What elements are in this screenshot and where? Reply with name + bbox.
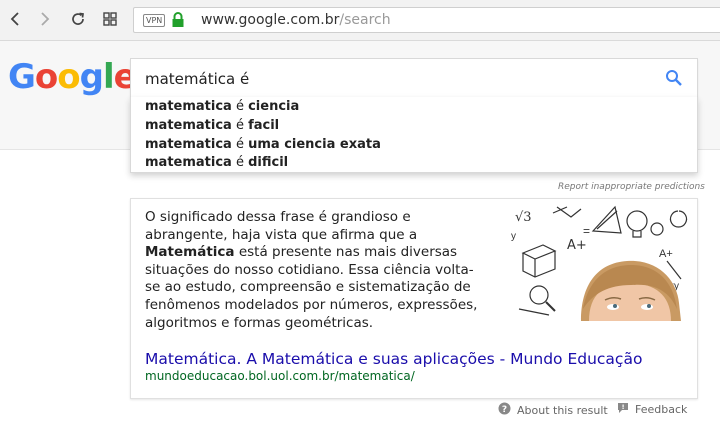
suggestion-mid: é — [231, 99, 249, 114]
reload-icon[interactable] — [67, 8, 89, 30]
google-logo[interactable]: Google — [8, 57, 137, 97]
suggestion-mid: é — [231, 155, 249, 170]
svg-text:A+: A+ — [567, 238, 587, 253]
back-icon[interactable] — [4, 8, 26, 30]
url-text[interactable]: www.google.com.br/search — [201, 12, 391, 28]
svg-text:y: y — [511, 231, 516, 242]
suggestion-mid: é — [231, 137, 249, 152]
logo-letter: g — [79, 57, 104, 97]
logo-letter: G — [8, 57, 36, 97]
suggestion-item[interactable]: matematica é ciencia — [145, 99, 299, 117]
suggestion-prefix: matematica — [145, 118, 232, 133]
snippet-text-before: O significado dessa frase é grandioso e … — [145, 209, 418, 243]
browser-toolbar: VPN www.google.com.br/search — [0, 0, 720, 41]
search-icon[interactable] — [665, 69, 683, 87]
logo-letter: l — [102, 57, 115, 97]
snippet-bold-term: Matemática — [145, 244, 235, 261]
forward-icon[interactable] — [34, 8, 56, 30]
report-predictions-link[interactable]: Report inappropriate predictions — [558, 182, 705, 192]
svg-text:A+: A+ — [659, 248, 673, 260]
suggestion-suffix: dificil — [248, 155, 289, 170]
featured-snippet-card: O significado dessa frase é grandioso e … — [130, 198, 698, 399]
suggestion-item[interactable]: matematica é dificil — [145, 155, 288, 173]
suggestion-suffix: uma ciencia exata — [248, 137, 381, 152]
speed-dial-icon[interactable] — [99, 8, 121, 30]
feedback-icon — [617, 402, 629, 417]
suggestion-item[interactable]: matematica é uma ciencia exata — [145, 137, 381, 155]
url-host: www.google.com.br — [201, 12, 340, 28]
about-result-link[interactable]: ? About this result — [498, 402, 608, 418]
snippet-image[interactable]: √3 A+ = A+ xy y — [509, 199, 691, 321]
svg-text:=: = — [583, 224, 590, 238]
help-icon: ? — [498, 402, 511, 418]
suggestion-prefix: matematica — [145, 99, 232, 114]
address-bar[interactable]: VPN www.google.com.br/search — [133, 7, 720, 33]
suggestion-mid: é — [231, 118, 249, 133]
logo-letter: o — [57, 57, 80, 97]
feedback-label: Feedback — [635, 403, 688, 416]
snippet-text: O significado dessa frase é grandioso e … — [145, 209, 485, 332]
result-url: mundoeducacao.bol.uol.com.br/matematica/ — [145, 369, 415, 383]
svg-text:?: ? — [502, 405, 507, 415]
search-box[interactable] — [130, 58, 698, 98]
suggestion-prefix: matematica — [145, 155, 232, 170]
logo-letter: o — [34, 57, 58, 97]
suggestion-item[interactable]: matematica é facil — [145, 118, 279, 136]
vpn-badge[interactable]: VPN — [143, 14, 166, 27]
url-path: /search — [339, 12, 391, 28]
suggestion-prefix: matematica — [145, 137, 232, 152]
feedback-link[interactable]: Feedback — [617, 402, 687, 417]
about-result-label: About this result — [517, 403, 608, 417]
svg-text:√3: √3 — [515, 210, 532, 225]
search-input[interactable] — [145, 69, 645, 89]
suggestion-suffix: facil — [248, 118, 280, 133]
result-title-link[interactable]: Matemática. A Matemática e suas aplicaçõ… — [145, 350, 642, 368]
lock-icon[interactable] — [171, 12, 185, 28]
autocomplete-dropdown: matematica é ciencia matematica é facil … — [130, 97, 698, 173]
suggestion-suffix: ciencia — [248, 99, 300, 114]
